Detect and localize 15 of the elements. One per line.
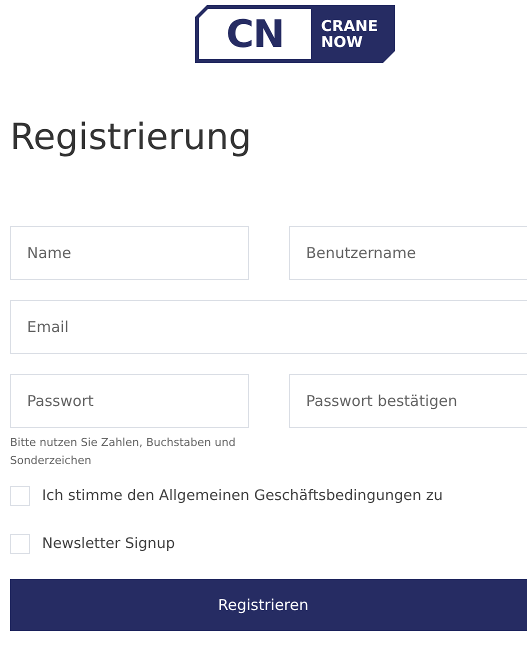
password-hint: Bitte nutzen Sie Zahlen, Buchstaben und Sonderzeichen: [10, 435, 237, 469]
logo-mark: CN: [199, 9, 311, 59]
input-field[interactable]: Benutzername: [289, 226, 527, 280]
input-field[interactable]: Email: [10, 300, 527, 354]
logo-text: NOW: [321, 34, 364, 50]
checkbox[interactable]: [10, 486, 30, 506]
input-field[interactable]: Passwort bestätigen: [289, 374, 527, 428]
register-button[interactable]: Registrieren: [10, 579, 527, 631]
checkbox-label: Ich stimme den Allgemeinen Geschäftsbedingungen zu: [42, 488, 443, 504]
page-title: Registrierung: [10, 116, 253, 160]
input-field[interactable]: Name: [10, 226, 249, 280]
logo-text: CRANE: [321, 18, 379, 34]
checkbox-label: Newsletter Signup: [42, 536, 176, 552]
checkbox[interactable]: [10, 534, 30, 554]
input-field[interactable]: Passwort: [10, 374, 249, 428]
